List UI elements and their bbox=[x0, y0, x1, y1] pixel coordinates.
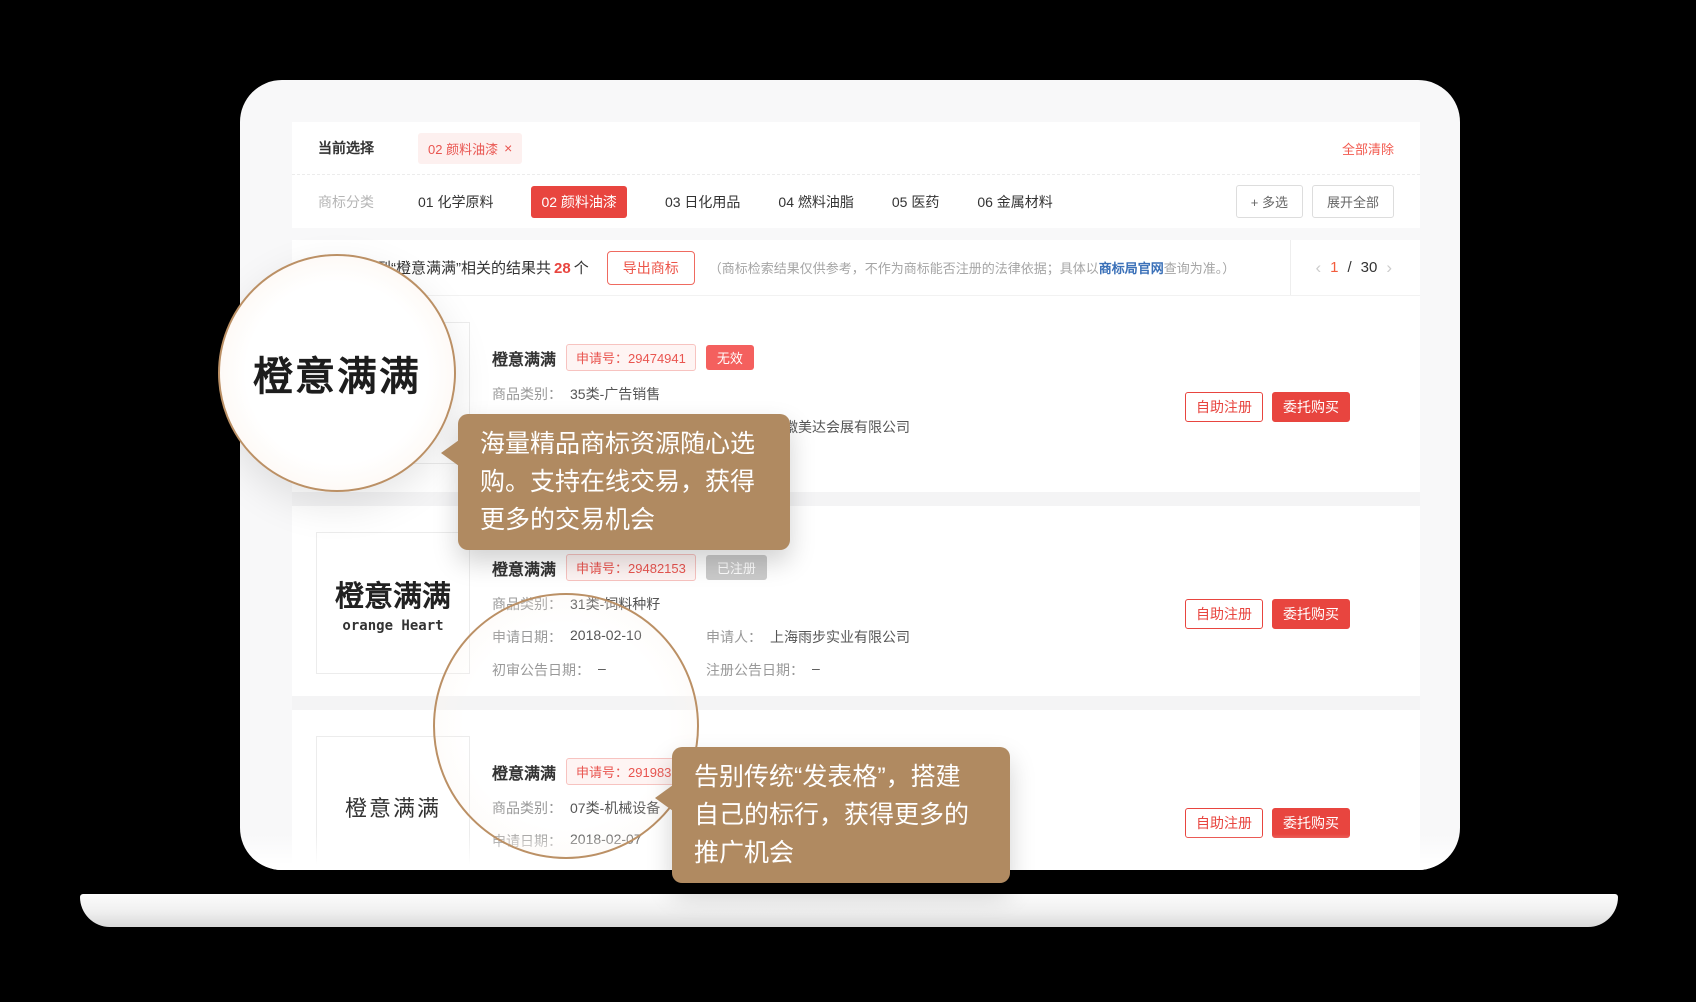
field-label: 初审公告日期： bbox=[492, 864, 590, 870]
row-actions: 自助注册 委托购买 bbox=[1185, 392, 1350, 422]
callout-text-line: 更多的交易机会 bbox=[480, 501, 768, 539]
entrust-buy-button[interactable]: 委托购买 bbox=[1272, 808, 1350, 838]
disclaimer-suffix: 查询为准。） bbox=[1164, 261, 1236, 276]
application-number-label: 申请号： bbox=[576, 561, 628, 576]
disclaimer-text: （商标检索结果仅供参考，不作为商标能否注册的法律依据；具体以商标局官网查询为准。… bbox=[709, 258, 1291, 277]
current-selection-row: 当前选择 02 颜料油漆 × 全部清除 bbox=[292, 122, 1420, 175]
self-register-button[interactable]: 自助注册 bbox=[1185, 599, 1263, 629]
current-selection-label: 当前选择 bbox=[318, 138, 374, 158]
expand-all-button[interactable]: 展开全部 bbox=[1312, 185, 1394, 218]
callout-text-line: 告别传统“发表格”，搭建 bbox=[694, 758, 988, 796]
trademark-office-link[interactable]: 商标局官网 bbox=[1099, 261, 1164, 276]
callout-text-line: 自己的标行，获得更多的 bbox=[694, 796, 988, 834]
category-tab-05[interactable]: 05 医药 bbox=[892, 192, 939, 212]
field-applicant: 申请人： 上海雨步实业有限公司 bbox=[706, 627, 910, 647]
category-tab-01[interactable]: 01 化学原料 bbox=[418, 192, 493, 212]
entrust-buy-button[interactable]: 委托购买 bbox=[1272, 599, 1350, 629]
trademark-image-text: 橙意满满 bbox=[345, 791, 441, 823]
export-trademarks-button[interactable]: 导出商标 bbox=[607, 251, 695, 285]
magnifier-circle-zoomed-trademark: 橙意满满 bbox=[218, 254, 456, 492]
prev-page-button[interactable]: ‹ bbox=[1315, 258, 1321, 278]
multi-select-button[interactable]: + 多选 bbox=[1236, 185, 1303, 218]
callout-text-line: 购。支持在线交易，获得 bbox=[480, 463, 768, 501]
self-register-button[interactable]: 自助注册 bbox=[1185, 808, 1263, 838]
field-label: 商品类别： bbox=[492, 384, 562, 404]
field-value: 2018-10-06 bbox=[598, 864, 670, 870]
current-page: 1 bbox=[1330, 259, 1338, 276]
application-number-chip: 申请号：29474941 bbox=[566, 344, 696, 371]
page-separator: / bbox=[1347, 259, 1351, 276]
laptop-base bbox=[80, 894, 1618, 927]
next-page-button[interactable]: › bbox=[1386, 258, 1392, 278]
trademark-title-line: 橙意满满 申请号：29482153 已注册 bbox=[492, 554, 1185, 581]
field-register-notice-date: 注册公告日期： – bbox=[706, 660, 820, 680]
callout-bubble-promotion: 告别传统“发表格”，搭建 自己的标行，获得更多的 推广机会 bbox=[672, 747, 1010, 883]
category-tab-04[interactable]: 04 燃料油脂 bbox=[778, 192, 853, 212]
category-label: 商标分类 bbox=[318, 192, 374, 212]
row-actions: 自助注册 委托购买 bbox=[1185, 599, 1350, 629]
trademark-image-box: 橙意满满 orange Heart bbox=[316, 532, 470, 674]
trademark-name[interactable]: 橙意满满 bbox=[492, 346, 556, 370]
category-row: 商标分类 01 化学原料 02 颜料油漆 03 日化用品 04 燃料油脂 05 … bbox=[292, 175, 1420, 228]
results-header: 为您检索到“橙意满满”相关的结果共28个 导出商标 （商标检索结果仅供参考，不作… bbox=[292, 240, 1420, 296]
application-number-label: 申请号： bbox=[576, 351, 628, 366]
category-tab-06[interactable]: 06 金属材料 bbox=[977, 192, 1052, 212]
category-tab-03[interactable]: 03 日化用品 bbox=[665, 192, 740, 212]
entrust-buy-button[interactable]: 委托购买 bbox=[1272, 392, 1350, 422]
field-label: 注册公告日期： bbox=[706, 660, 804, 680]
magnified-trademark-text: 橙意满满 bbox=[253, 344, 421, 402]
field-value: 安徽美达会展有限公司 bbox=[770, 417, 910, 437]
trademark-title-line: 橙意满满 申请号：29474941 无效 bbox=[492, 344, 1185, 371]
category-tab-02-active[interactable]: 02 颜料油漆 bbox=[531, 186, 626, 218]
filter-actions: + 多选 展开全部 bbox=[1236, 185, 1394, 218]
disclaimer-prefix: （商标检索结果仅供参考，不作为商标能否注册的法律依据；具体以 bbox=[709, 261, 1099, 276]
application-number-chip: 申请号：29482153 bbox=[566, 554, 696, 581]
result-count: 28 bbox=[554, 260, 571, 277]
page-background: { "filter_bar": { "label": "当前选择", "chip… bbox=[0, 0, 1696, 1002]
selected-filter-chip[interactable]: 02 颜料油漆 × bbox=[418, 133, 522, 164]
pagination: ‹ 1 / 30 › bbox=[1290, 240, 1420, 295]
clear-all-button[interactable]: 全部清除 bbox=[1342, 139, 1394, 158]
trademark-image-subtitle: orange Heart bbox=[342, 618, 443, 634]
total-pages: 30 bbox=[1361, 259, 1378, 276]
trademark-image-text: 橙意满满 bbox=[335, 573, 451, 615]
field-label: 申请人： bbox=[706, 627, 762, 647]
callout-bubble-marketplace: 海量精品商标资源随心选 购。支持在线交易，获得 更多的交易机会 bbox=[458, 414, 790, 550]
application-number-value: 29474941 bbox=[628, 351, 686, 366]
magnifier-circle-highlight bbox=[433, 593, 699, 859]
status-badge-registered: 已注册 bbox=[706, 555, 767, 580]
self-register-button[interactable]: 自助注册 bbox=[1185, 392, 1263, 422]
application-number-value: 29482153 bbox=[628, 561, 686, 576]
field-value: – bbox=[812, 660, 820, 680]
chip-close-icon[interactable]: × bbox=[504, 141, 512, 155]
field-value: 上海雨步实业有限公司 bbox=[770, 627, 910, 647]
field-value: 35类-广告销售 bbox=[570, 384, 660, 404]
count-unit: 个 bbox=[574, 260, 589, 277]
callout-text-line: 推广机会 bbox=[694, 834, 988, 872]
callout-text-line: 海量精品商标资源随心选 bbox=[480, 425, 768, 463]
trademark-name[interactable]: 橙意满满 bbox=[492, 556, 556, 580]
status-badge-invalid: 无效 bbox=[706, 345, 754, 370]
field-category: 商品类别： 35类-广告销售 bbox=[492, 384, 660, 404]
row-actions: 自助注册 委托购买 bbox=[1185, 808, 1350, 838]
filter-panel: 当前选择 02 颜料油漆 × 全部清除 商标分类 01 化学原料 02 颜料油漆… bbox=[292, 122, 1420, 228]
field-line: 商品类别： 35类-广告销售 bbox=[492, 384, 1185, 404]
chip-label: 02 颜料油漆 bbox=[428, 139, 498, 158]
